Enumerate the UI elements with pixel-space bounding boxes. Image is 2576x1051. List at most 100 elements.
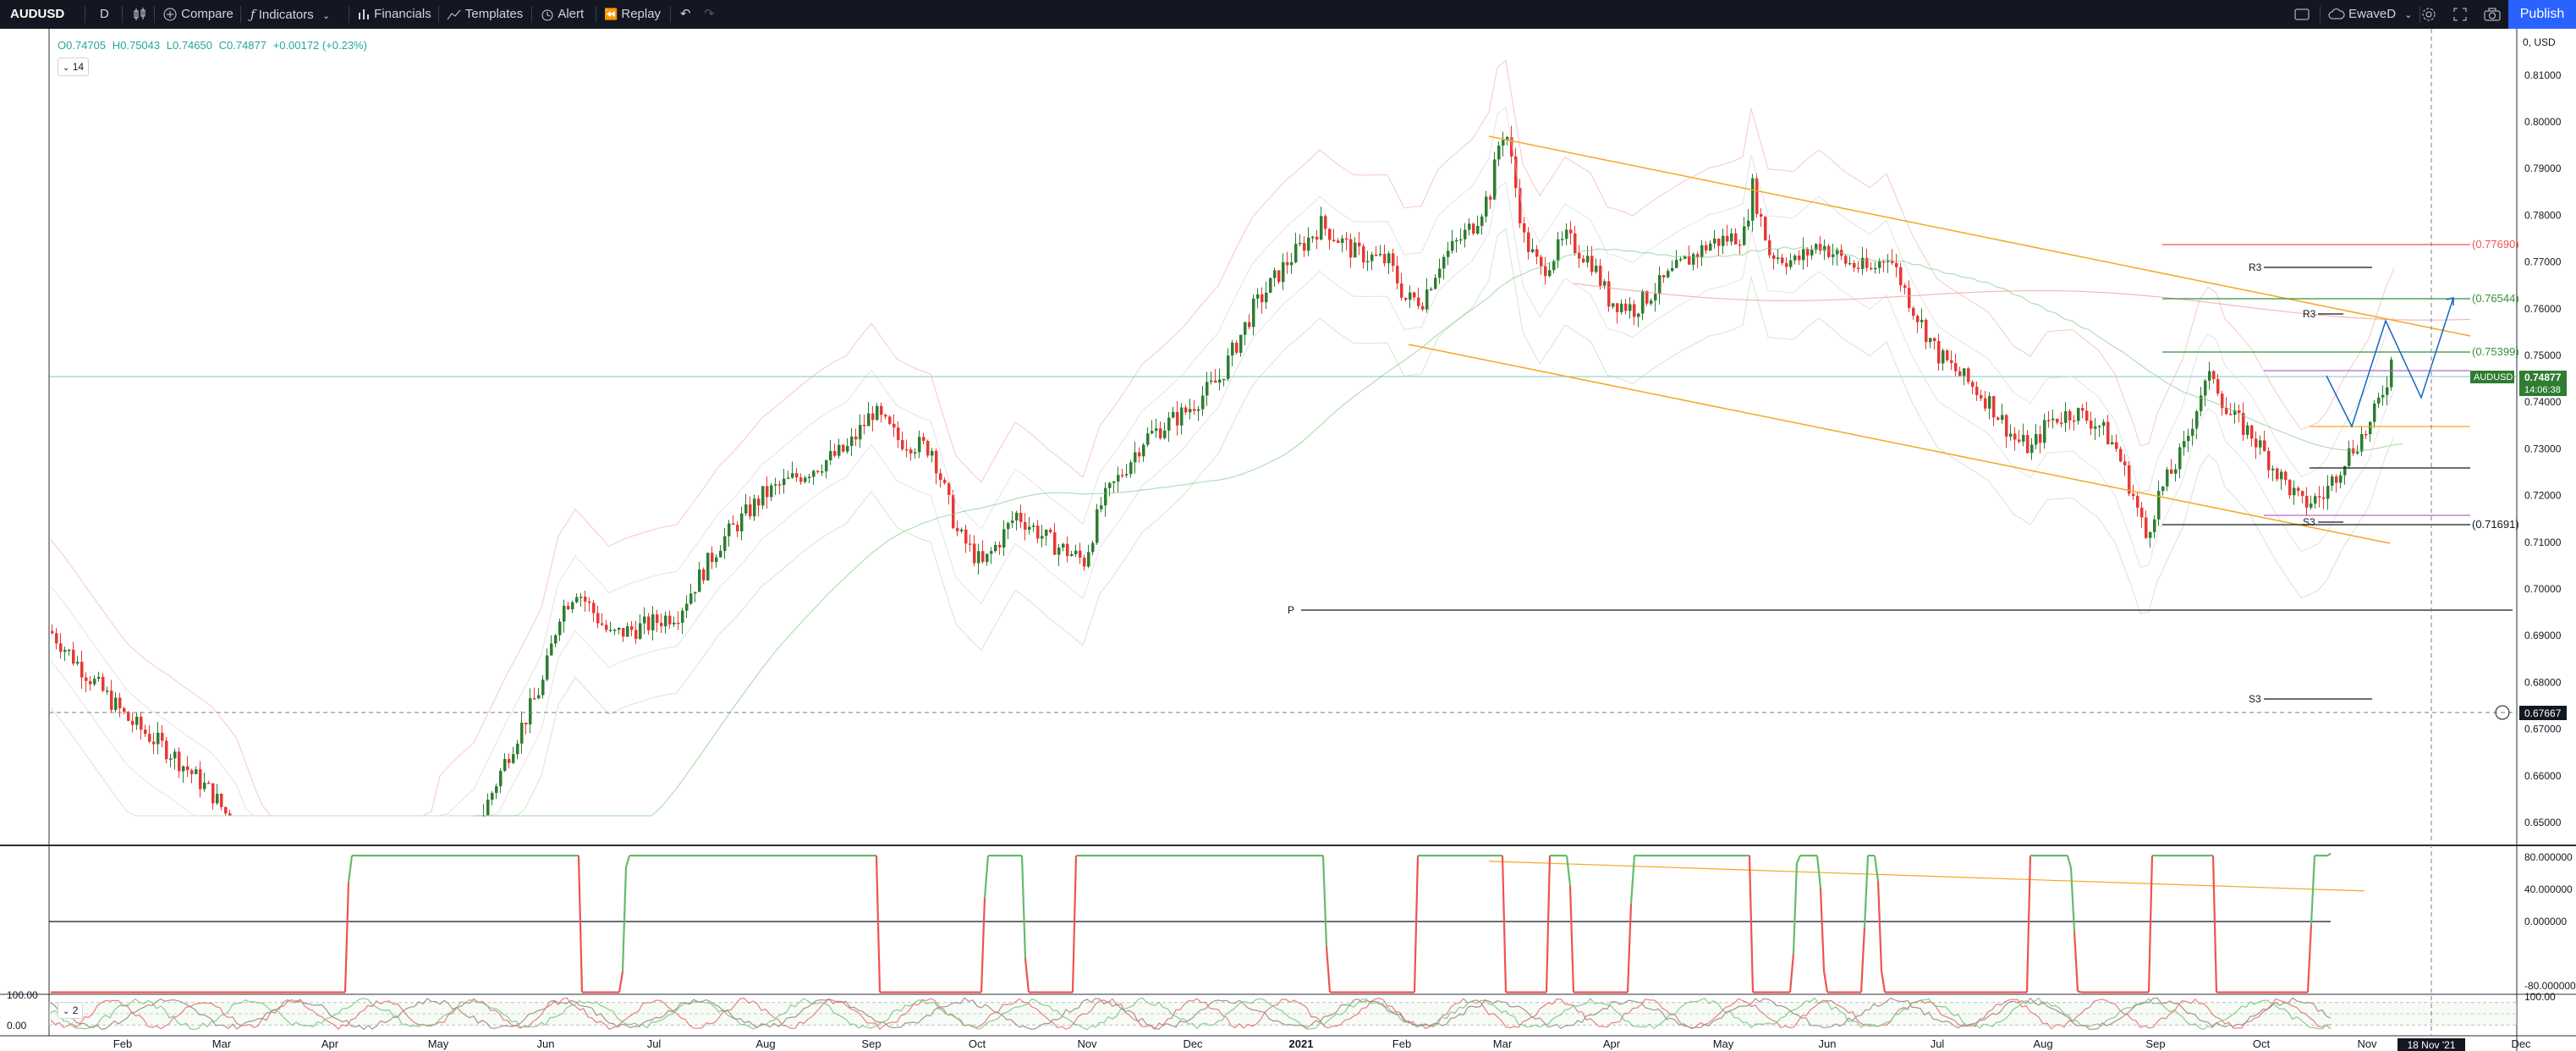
alert-button[interactable]: Alert [540,0,584,29]
candle-body [715,557,718,563]
symbol-search[interactable]: AUDUSD [10,0,64,29]
templates-button[interactable]: Templates [447,0,523,29]
candle-body [1320,216,1323,240]
candle-body [867,413,871,426]
candle-body [1062,543,1065,548]
candle-body [2305,496,2309,508]
candle-body [952,494,955,528]
candle-body [2288,480,2292,496]
legend-open: O0.74705 [58,39,107,52]
compare-button[interactable]: Compare [162,0,233,29]
candle-body [1810,250,1814,256]
pivot-r3-label: R3 [2303,308,2316,320]
divider [531,6,532,23]
candle-body [1861,257,1865,269]
candle-body [2212,371,2216,379]
legend-change: +0.00172 (+0.23%) [272,39,367,52]
candle-body [736,525,739,531]
candle-body [702,570,706,581]
financials-button[interactable]: Financials [357,0,431,29]
candle-body [1531,249,1535,252]
candle-body [829,450,832,460]
camera-icon [2484,8,2501,21]
candle-body [2259,440,2262,448]
candle-body [2216,378,2220,394]
fullscreen-button[interactable] [2453,0,2467,29]
candle-body [897,427,900,441]
replay-button[interactable]: ⏪ Replay [604,0,661,29]
candle-body [571,602,574,610]
candle-body [1066,543,1069,557]
indicators-collapse-toggle[interactable]: ⌄ 14 [58,58,90,76]
time-tick-label: Dec [2511,1037,2531,1050]
candle-body [2085,410,2089,421]
candle-body [68,649,71,652]
indicators-button[interactable]: ƒ Indicators ⌄ [250,0,330,29]
candle-body [1002,529,1006,548]
divider [670,6,671,23]
candle-body [1324,216,1327,229]
interval-button[interactable]: D [100,0,109,29]
candle-body [634,630,638,639]
candle-body [1878,261,1881,268]
redo-button[interactable]: ↷ [704,0,715,29]
candle-body [1738,244,1742,246]
candle-body [491,793,494,801]
candle-body [1392,253,1395,267]
candle-body [2318,496,2321,498]
sub-pane-collapse-toggle[interactable]: ⌄ 2 [58,1002,84,1019]
candle-body [1603,281,1607,286]
candle-body [2271,468,2275,470]
oscillator-tick-label: 40.000000 [2524,883,2573,895]
candle-body [541,680,545,696]
candle-body [1197,409,1200,411]
chart-style-button[interactable] [132,0,147,29]
candle-body [842,444,845,452]
candle-body [673,622,676,625]
candle-body [926,441,930,456]
candle-body [195,769,198,774]
time-tick-label: Sep [861,1037,881,1050]
candle-body [1476,225,1480,234]
time-tick-label: Feb [1392,1037,1411,1050]
candle-body [1734,233,1738,245]
time-tick-label: Sep [2145,1037,2165,1050]
snapshot-button[interactable] [2484,0,2501,29]
candle-body [1730,233,1733,242]
settings-button[interactable] [2421,0,2436,29]
layout-menu[interactable]: EwaveD ⌄ [2328,0,2412,29]
fullscreen-window-button[interactable] [2294,0,2310,29]
candle-body [1616,303,1619,312]
candle-body [969,543,972,545]
candle-body [1315,236,1319,240]
time-tick-label: Oct [969,1037,986,1050]
candle-body [1328,228,1332,240]
candle-body [914,452,917,454]
candle-body [2132,493,2135,497]
candle-body [816,470,820,472]
oscillator-tick-label: 80.000000 [2524,851,2573,863]
candle-body [1607,281,1611,307]
candle-body [2348,448,2351,466]
candle-body [2073,420,2076,422]
candle-body [1882,261,1886,263]
candle-body [182,766,185,772]
candle-body [2255,438,2258,448]
alert-label: Alert [557,7,585,21]
candle-body [2339,475,2343,483]
time-tick-label: Jul [1931,1037,1945,1050]
candle-body [1874,267,1877,270]
candle-body [2365,433,2368,436]
publish-button[interactable]: Publish [2508,0,2576,29]
candle-body [2149,531,2152,538]
candle-body [651,614,655,630]
candle-body [2174,469,2178,474]
chart-canvas[interactable]: P R3 R3 S3 S3 (0.77690) (0.76544) (0.75399) (0.7… [0,29,2576,1051]
candle-body [647,616,651,630]
candle-body [1675,260,1678,268]
undo-button[interactable]: ↶ [680,0,691,29]
candle-body [118,697,122,708]
oscillator-tick-label: 0.000000 [2524,916,2567,927]
candle-body [613,630,617,631]
candle-body [1654,294,1657,301]
